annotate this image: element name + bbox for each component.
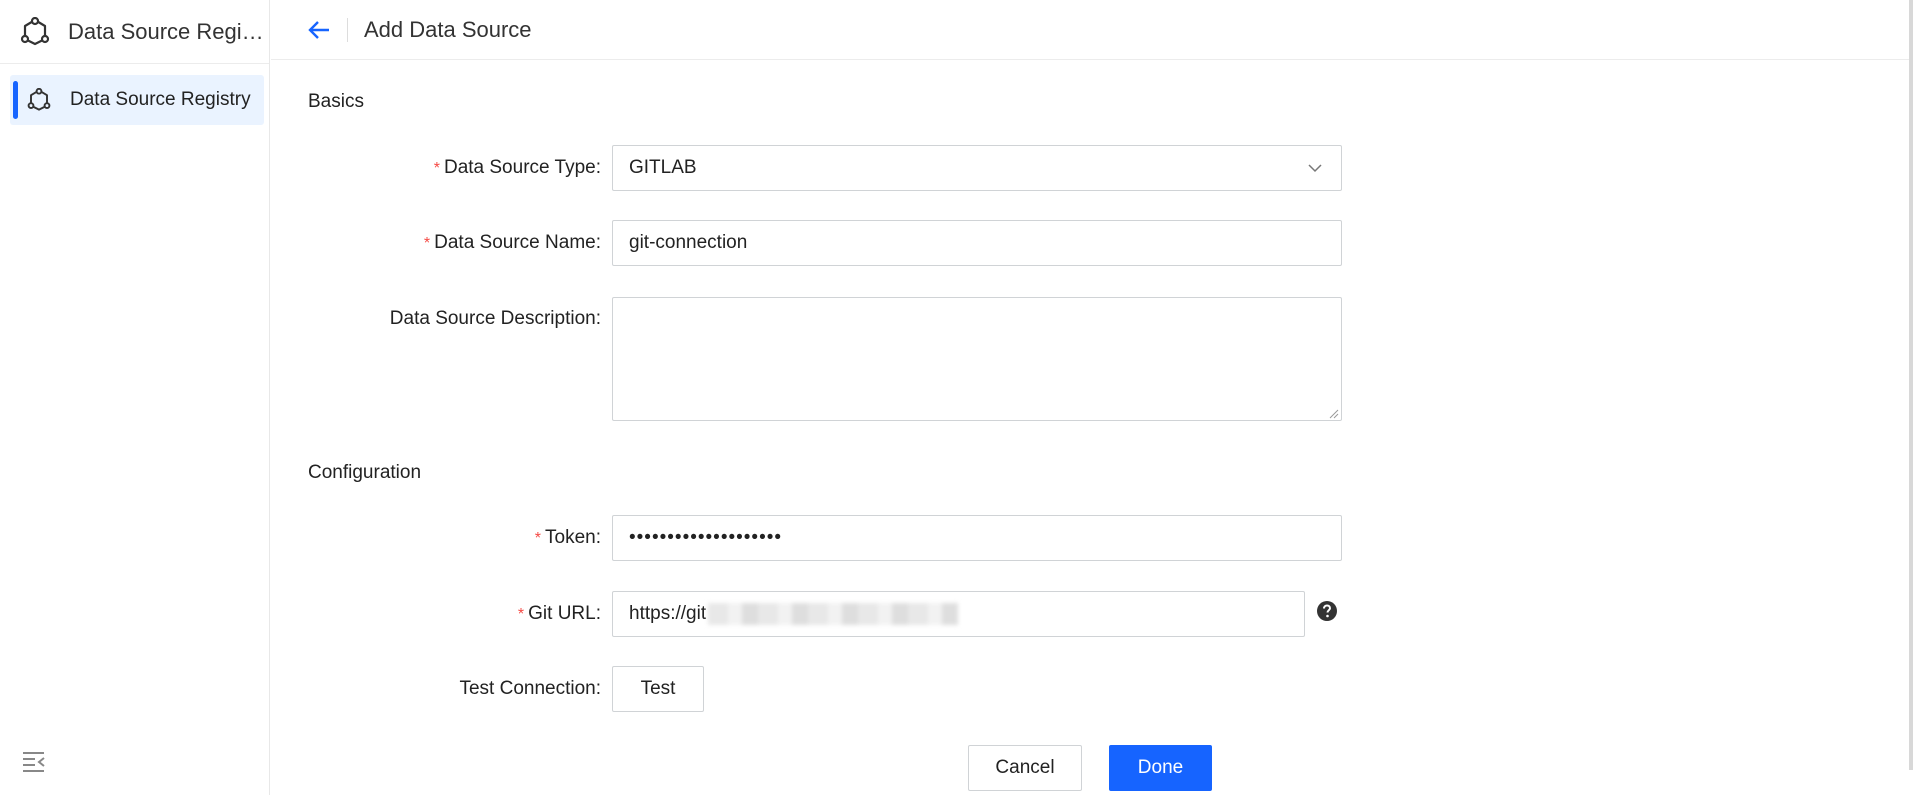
main-content: Add Data Source Basics * Data Source Type… (271, 0, 1913, 795)
required-mark: * (517, 606, 525, 623)
sidebar-item-label: Data Source Registry (70, 89, 251, 110)
type-selected-value: GITLAB (629, 157, 697, 178)
header-divider (347, 17, 348, 42)
name-input-field[interactable] (629, 232, 1341, 254)
data-source-description-textarea[interactable] (612, 297, 1342, 421)
git-url-value: https://git (629, 603, 707, 624)
redacted-url-blur (708, 603, 959, 625)
test-connection-label-group: Test Connection: (271, 678, 601, 700)
description-label-group: Data Source Description: (271, 308, 601, 330)
description-label: Data Source Description: (389, 308, 601, 329)
sidebar-header: Data Source Registry (0, 0, 269, 64)
section-title-configuration: Configuration (308, 462, 422, 483)
chevron-down-icon (1307, 160, 1323, 176)
vertical-scrollbar[interactable] (1909, 0, 1913, 770)
sidebar: Data Source Registry Data Source Registr… (0, 0, 270, 795)
token-label: Token: (545, 527, 601, 548)
required-mark: * (534, 530, 542, 547)
back-arrow-icon[interactable] (307, 18, 331, 42)
app-root: Data Source Registry Data Source Registr… (0, 0, 1913, 795)
test-connection-button[interactable]: Test (612, 666, 704, 712)
done-button[interactable]: Done (1109, 745, 1212, 791)
name-label-group: * Data Source Name: (271, 232, 601, 254)
token-masked-value: •••••••••••••••••••• (629, 527, 783, 548)
data-source-name-input[interactable] (612, 220, 1342, 266)
data-source-type-select[interactable]: GITLAB (612, 145, 1342, 191)
token-input[interactable]: •••••••••••••••••••• (612, 515, 1342, 561)
section-title-basics: Basics (308, 91, 364, 112)
active-indicator (13, 81, 18, 119)
registry-icon (26, 87, 52, 113)
sidebar-item-data-source-registry[interactable]: Data Source Registry (10, 75, 264, 125)
cancel-button[interactable]: Cancel (968, 745, 1082, 791)
type-label: Data Source Type: (443, 157, 601, 178)
test-connection-label: Test Connection: (459, 678, 601, 699)
page-title: Add Data Source (364, 16, 532, 42)
required-mark: * (423, 235, 431, 252)
git-url-label-group: * Git URL: (271, 603, 601, 625)
token-label-group: * Token: (271, 527, 601, 549)
app-logo-icon (20, 16, 50, 47)
page-header: Add Data Source (271, 0, 1913, 60)
name-label: Data Source Name: (434, 232, 601, 253)
git-url-input[interactable]: https://git (612, 591, 1305, 637)
git-url-label: Git URL: (528, 603, 601, 624)
help-question-icon[interactable] (1316, 600, 1338, 622)
required-mark: * (433, 160, 440, 177)
collapse-sidebar-icon[interactable] (22, 750, 46, 772)
resize-handle-icon[interactable] (1327, 406, 1339, 419)
app-title: Data Source Registry (68, 18, 268, 44)
type-label-group: * Data Source Type: (271, 157, 601, 179)
